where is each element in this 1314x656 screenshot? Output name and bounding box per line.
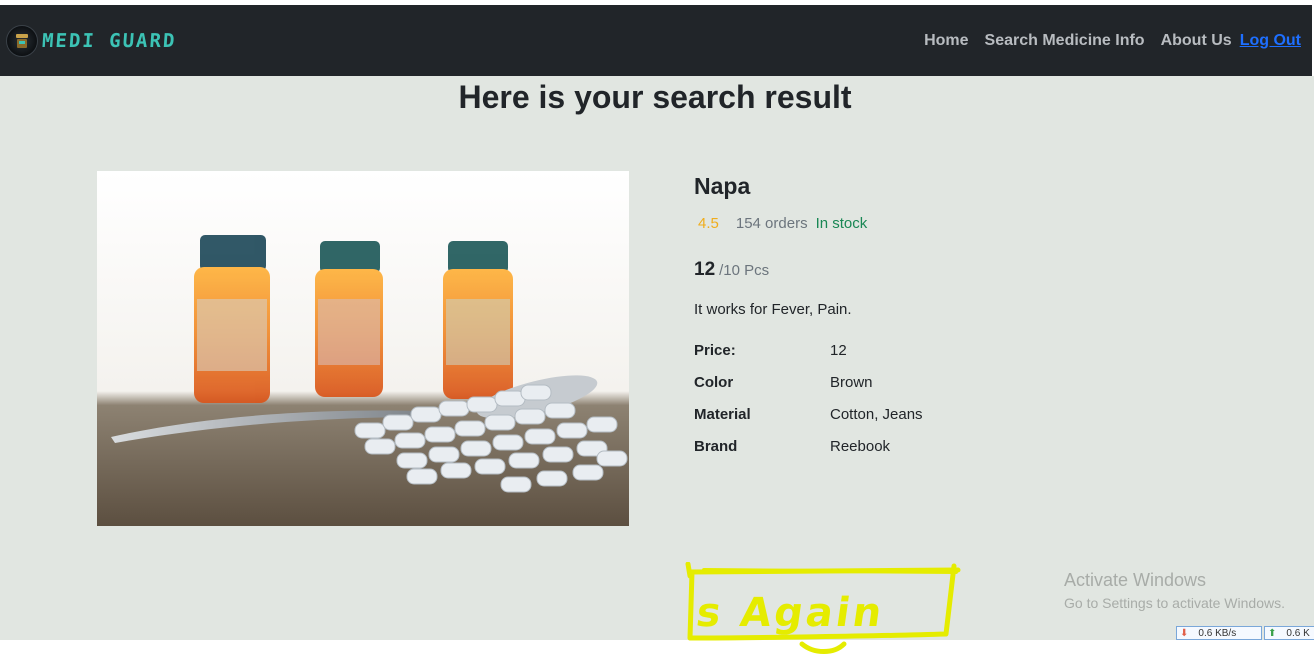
spec-value: Reebook — [830, 437, 891, 455]
download-speed: ⬇ 0.6 KB/s — [1176, 626, 1262, 640]
stock-status: In stock — [815, 215, 868, 232]
network-speed-widget: ⬇ 0.6 KB/s ⬆ 0.6 K — [1176, 626, 1314, 640]
spec-value: 12 — [830, 341, 847, 359]
product-image — [97, 171, 629, 526]
medicine-bottles-photo — [97, 171, 629, 526]
orders-count: 154 orders — [735, 215, 808, 232]
page-title: Here is your search result — [458, 79, 852, 115]
pill-bottle-icon — [16, 33, 28, 48]
spec-row-color: Color Brown — [694, 366, 923, 398]
product-name: Napa — [694, 173, 751, 199]
upload-arrow-icon: ⬆ — [1268, 627, 1277, 639]
navbar: MEDI GUARD Home Search Medicine Info Abo… — [0, 5, 1312, 76]
spec-key: Color — [694, 373, 734, 391]
nav-search-medicine-link[interactable]: Search Medicine Info — [985, 32, 1145, 50]
rating-row: 4.5 154 orders In stock — [694, 215, 867, 232]
main-content: Here is your search result Napa 4.5 154 … — [0, 76, 1314, 654]
spec-key: Brand — [694, 437, 738, 455]
spec-value: Brown — [830, 373, 873, 391]
medi-guard-logo-icon — [6, 24, 38, 57]
spec-row-price: Price: 12 — [694, 334, 923, 366]
download-speed-value: 0.6 KB/s — [1198, 627, 1237, 639]
activate-subtitle: Go to Settings to activate Windows. — [1064, 595, 1285, 611]
product-description: It works for Fever, Pain. — [694, 301, 852, 318]
upload-speed-value: 0.6 K — [1286, 627, 1310, 639]
search-again-scribble[interactable]: s Again — [684, 562, 964, 656]
brand[interactable]: MEDI GUARD — [6, 24, 178, 57]
spec-value: Cotton, Jeans — [830, 405, 923, 423]
spec-key: Material — [694, 405, 751, 423]
nav-links: Home Search Medicine Info About Us Log O… — [908, 32, 1301, 50]
nav-about-link[interactable]: About Us — [1161, 32, 1232, 50]
scribble-text: s Again — [694, 590, 888, 636]
nav-home-link[interactable]: Home — [924, 32, 968, 50]
download-arrow-icon: ⬇ — [1180, 627, 1189, 639]
spec-table: Price: 12 Color Brown Material Cotton, J… — [694, 334, 923, 462]
activate-title: Activate Windows — [1064, 570, 1207, 590]
rating-value: 4.5 — [698, 215, 719, 232]
activate-windows-watermark: Activate Windows Go to Settings to activ… — [1064, 570, 1285, 611]
price-unit: /10 Pcs — [719, 262, 770, 279]
upload-speed: ⬆ 0.6 K — [1264, 626, 1314, 640]
brand-name: MEDI GUARD — [41, 29, 178, 52]
price-value: 12 — [694, 259, 716, 280]
spec-key: Price: — [694, 341, 736, 359]
price-row: 12 /10 Pcs — [694, 259, 769, 281]
logout-link[interactable]: Log Out — [1240, 32, 1301, 50]
spec-row-brand: Brand Reebook — [694, 430, 923, 462]
spec-row-material: Material Cotton, Jeans — [694, 398, 923, 430]
